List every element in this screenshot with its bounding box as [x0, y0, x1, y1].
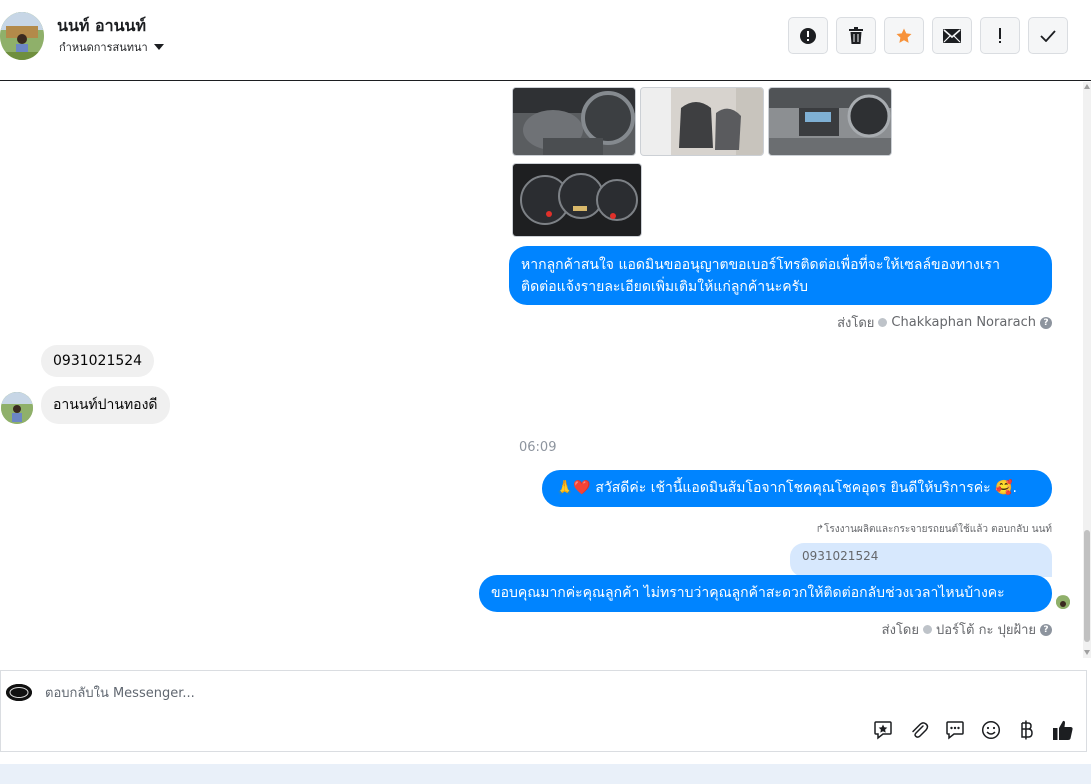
reply-input[interactable] [45, 683, 745, 703]
saved-reply-button[interactable] [943, 718, 966, 741]
sent-by-prefix: ส่งโดย [837, 316, 875, 331]
like-button[interactable] [1051, 718, 1074, 741]
sender-name[interactable]: Chakkaphan Norarach [891, 315, 1036, 330]
incoming-message-bubble[interactable]: 0931021524 [41, 345, 155, 377]
sender-name[interactable]: ปอร์โต้ กะ ปุยฝ้าย [936, 619, 1036, 640]
incoming-message-bubble[interactable]: อานนท์ปานทองดี [41, 386, 170, 424]
reply-context-note: ↱โรงงานผลิตและกระจายรถยนต์ใช้แล้ว ตอบกลั… [815, 524, 1052, 535]
outgoing-message-bubble[interactable]: ขอบคุณมากค่ะคุณลูกค้า ไม่ทราบว่าคุณลูกค้… [479, 575, 1052, 612]
verified-icon [878, 318, 888, 327]
car-photo-dashboard[interactable] [768, 87, 892, 156]
trash-icon [849, 27, 863, 44]
conversation-status-dropdown[interactable]: กำหนดการสนทนา [59, 38, 164, 56]
caret-down-icon [153, 44, 164, 50]
composer-tools [871, 718, 1074, 741]
envelope-icon [943, 28, 961, 43]
car-photo-gauges[interactable] [512, 163, 642, 237]
verified-icon [923, 625, 932, 634]
important-button[interactable] [980, 17, 1020, 54]
paperclip-icon [911, 721, 928, 738]
payment-button[interactable] [1015, 718, 1038, 741]
thumbs-up-icon [1052, 720, 1073, 740]
sticker-star-icon [873, 720, 892, 740]
sent-by-meta: ส่งโดย Chakkaphan Norarach ? [837, 312, 1052, 333]
scroll-up-arrow-icon[interactable] [1084, 84, 1090, 89]
exclamation-icon [999, 27, 1001, 43]
footer-strip [0, 764, 1091, 784]
mark-spam-button[interactable] [788, 17, 828, 54]
message-line: ติดต่อแจ้งรายละเอียดเพิ่มเติมให้แก่ลูกค้… [521, 279, 808, 295]
message-timestamp: 06:09 [519, 440, 557, 455]
sent-by-prefix: ส่งโดย [881, 623, 919, 638]
status-label: กำหนดการสนทนา [59, 41, 148, 54]
reply-composer [0, 670, 1087, 752]
car-photo-shifter[interactable] [512, 87, 636, 156]
scroll-down-arrow-icon[interactable] [1084, 650, 1090, 655]
page-avatar [6, 684, 32, 701]
emoji-button[interactable] [979, 718, 1002, 741]
help-icon[interactable]: ? [1040, 316, 1052, 329]
outgoing-message-bubble[interactable]: หากลูกค้าสนใจ แอดมินขออนุญาตขอเบอร์โทรติ… [509, 246, 1052, 305]
star-button[interactable] [884, 17, 924, 54]
sent-by-meta: ส่งโดย ปอร์โต้ กะ ปุยฝ้าย ? [882, 619, 1052, 640]
delete-button[interactable] [836, 17, 876, 54]
saved-reply-icon [945, 720, 964, 740]
message-line: หากลูกค้าสนใจ แอดมินขออนุญาตขอเบอร์โทรติ… [521, 257, 1000, 273]
contact-name[interactable]: นนท์ อานนท์ [57, 14, 146, 39]
contact-avatar[interactable] [0, 12, 44, 60]
quoted-message[interactable]: 0931021524 [790, 543, 1052, 577]
sticker-button[interactable] [871, 718, 894, 741]
car-photo-seats[interactable] [640, 87, 764, 156]
header-actions [788, 17, 1068, 54]
seen-avatar [1056, 595, 1070, 609]
baht-icon [1020, 720, 1033, 739]
conversation-header: นนท์ อานนท์ กำหนดการสนทนา [0, 0, 1091, 81]
check-icon [1040, 29, 1056, 42]
star-icon [896, 28, 912, 43]
mail-button[interactable] [932, 17, 972, 54]
help-icon[interactable]: ? [1040, 623, 1052, 636]
outgoing-message-bubble[interactable]: 🙏❤️ สวัสดีค่ะ เช้านี้แอดมินส้มโอจากโชคคุ… [542, 470, 1052, 507]
contact-avatar-small[interactable] [1, 392, 33, 424]
thread-scrollbar-thumb[interactable] [1084, 530, 1090, 642]
attach-button[interactable] [907, 718, 930, 741]
emoji-icon [981, 720, 1000, 739]
alert-circle-icon [800, 27, 816, 44]
mark-done-button[interactable] [1028, 17, 1068, 54]
